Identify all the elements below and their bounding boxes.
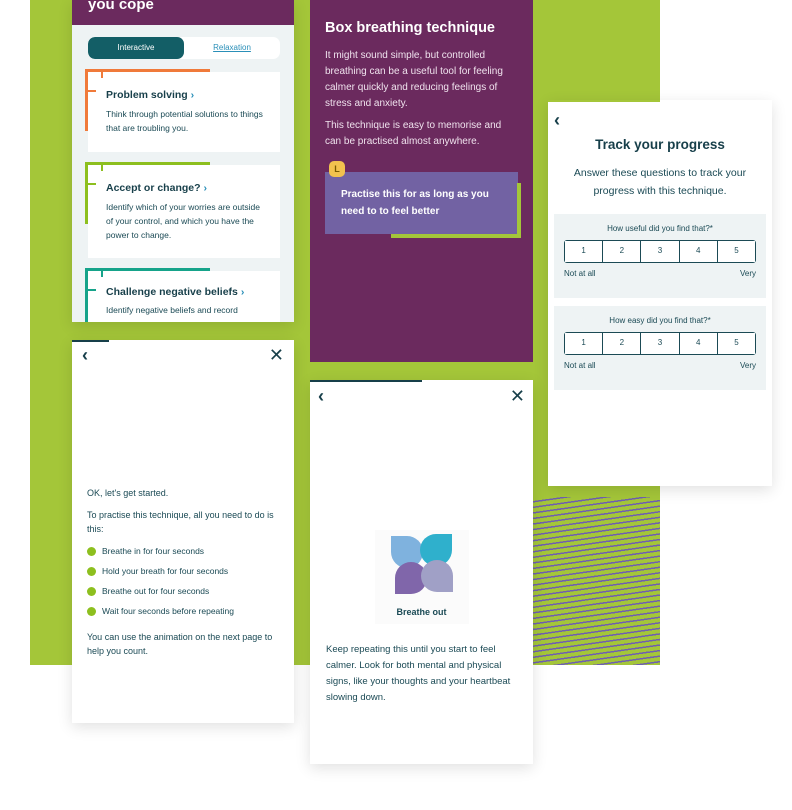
rating-option[interactable]: 3: [641, 333, 680, 354]
technique-screen: Box breathing technique It might sound s…: [310, 0, 533, 362]
rating-option[interactable]: 4: [679, 333, 718, 354]
back-chevron-icon[interactable]: ‹: [82, 346, 88, 364]
back-chevron-icon[interactable]: ‹: [554, 110, 766, 131]
rating-scale: 1 2 3 4 5: [564, 332, 756, 355]
list-item: Breathe in for four seconds: [87, 544, 279, 558]
rating-scale: 1 2 3 4 5: [564, 240, 756, 263]
card-desc: Identify which of your worries are outsi…: [106, 202, 261, 240]
list-item: Hold your breath for four seconds: [87, 564, 279, 578]
tab-interactive[interactable]: Interactive: [88, 37, 184, 59]
progress-intro: Answer these questions to track your pro…: [573, 167, 747, 197]
card-challenge-beliefs[interactable]: Challenge negative beliefs › Identify ne…: [85, 268, 280, 322]
card-accept-or-change[interactable]: Accept or change? › Identify which of yo…: [85, 162, 280, 258]
steps-list: Breathe in for four seconds Hold your br…: [87, 544, 279, 618]
card-desc: Identify negative beliefs and record: [106, 305, 238, 315]
card-title: Problem solving: [106, 89, 188, 101]
tip-box: L Practise this for as long as you need …: [325, 161, 521, 238]
rating-option[interactable]: 4: [679, 241, 718, 262]
steps-intro: OK, let's get started.: [87, 488, 169, 498]
tab-toggle: Interactive Relaxation: [88, 37, 280, 59]
steps-lead: To practise this technique, all you need…: [87, 510, 274, 534]
scale-low: Not at all: [564, 361, 596, 370]
breathing-animation: Breathe out: [374, 530, 469, 624]
chevron-right-icon: ›: [190, 89, 195, 101]
progress-screen: ‹ Track your progress Answer these quest…: [548, 100, 772, 486]
scale-high: Very: [739, 269, 756, 278]
rating-option[interactable]: 1: [565, 333, 604, 354]
question-label: How easy did you find that?*: [609, 316, 711, 325]
steps-screen: ‹ ✕ OK, let's get started. To practise th…: [72, 340, 294, 723]
rating-option[interactable]: 5: [717, 241, 756, 262]
list-item: Breathe out for four seconds: [87, 584, 279, 598]
steps-outro: You can use the animation on the next pa…: [87, 632, 273, 656]
progress-title: Track your progress: [595, 137, 725, 152]
close-icon[interactable]: ✕: [510, 387, 525, 405]
animation-label: Breathe out: [396, 607, 447, 617]
technique-title: Box breathing technique: [325, 20, 495, 36]
scale-low: Not at all: [564, 269, 596, 278]
technique-para-2: This technique is easy to memorise and c…: [325, 120, 502, 147]
card-title: Accept or change?: [106, 182, 201, 194]
close-icon[interactable]: ✕: [269, 346, 284, 364]
animation-text: Keep repeating this until you start to f…: [326, 644, 511, 703]
card-desc: Think through potential solutions to thi…: [106, 109, 263, 133]
question-useful: How useful did you find that?* 1 2 3 4 5…: [554, 214, 766, 298]
chevron-right-icon: ›: [203, 182, 207, 194]
coping-screen: you cope Interactive Relaxation Problem …: [72, 0, 294, 322]
alarm-clock-icon: L: [329, 161, 345, 177]
rating-option[interactable]: 2: [603, 241, 642, 262]
back-chevron-icon[interactable]: ‹: [318, 387, 324, 405]
chevron-right-icon: ›: [240, 286, 245, 298]
tab-relaxation[interactable]: Relaxation: [184, 37, 280, 59]
rating-option[interactable]: 1: [565, 241, 604, 262]
question-easy: How easy did you find that?* 1 2 3 4 5 N…: [554, 306, 766, 390]
wave-pattern: [533, 497, 660, 665]
card-problem-solving[interactable]: Problem solving › Think through potentia…: [85, 69, 280, 152]
animation-screen: ‹ ✕ Breathe out Keep repeating this until…: [310, 380, 533, 764]
rating-option[interactable]: 5: [717, 333, 756, 354]
tip-text: Practise this for as long as you need to…: [341, 189, 489, 217]
screen-title: you cope: [72, 0, 294, 25]
question-label: How useful did you find that?*: [607, 224, 713, 233]
rating-option[interactable]: 3: [641, 241, 680, 262]
list-item: Wait four seconds before repeating: [87, 604, 279, 618]
scale-high: Very: [739, 361, 756, 370]
rating-option[interactable]: 2: [603, 333, 642, 354]
technique-para-1: It might sound simple, but controlled br…: [325, 50, 503, 109]
card-title: Challenge negative beliefs: [106, 286, 238, 298]
